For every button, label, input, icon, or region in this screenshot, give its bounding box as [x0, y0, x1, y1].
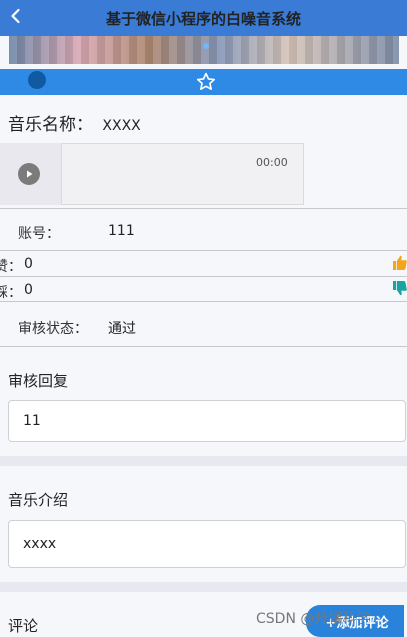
likes-value: 0	[24, 256, 33, 272]
review-reply-label: 审核回复	[8, 372, 69, 390]
play-icon	[27, 170, 33, 178]
divider	[0, 276, 407, 277]
avatar-badge	[28, 71, 46, 89]
audit-status-value: 通过	[108, 321, 136, 337]
divider	[0, 346, 407, 347]
music-intro-label: 音乐介绍	[8, 491, 69, 509]
thumb-up-icon	[393, 255, 407, 270]
comments-label: 评论	[8, 617, 39, 635]
account-label: 账号：	[18, 226, 60, 242]
page-title: 基于微信小程序的白噪音系统	[105, 10, 301, 28]
audit-status-label: 审核状态：	[18, 321, 88, 337]
star-icon	[196, 72, 216, 90]
music-banner-image	[9, 36, 399, 64]
like-button[interactable]	[392, 254, 407, 271]
dislike-button[interactable]	[392, 280, 407, 297]
section-gap	[0, 456, 407, 466]
thumb-down-icon	[393, 281, 407, 296]
music-name-label: 音乐名称：	[8, 115, 93, 135]
back-button[interactable]	[4, 4, 28, 28]
review-reply-field[interactable]: 11	[8, 400, 406, 442]
audio-current-time: 00:00	[256, 156, 288, 169]
music-name-row: 音乐名称： XXXX	[8, 110, 141, 135]
divider	[0, 301, 407, 302]
dislikes-value: 0	[24, 282, 33, 298]
music-name-value: XXXX	[102, 118, 141, 134]
chevron-left-icon	[11, 8, 20, 24]
divider	[0, 208, 407, 209]
account-value: 111	[108, 223, 135, 239]
divider	[0, 250, 407, 251]
dislikes-label: 踩：	[0, 285, 22, 301]
watermark-text: CSDN @升幅科学	[256, 611, 371, 627]
music-intro-field[interactable]: xxxx	[8, 520, 406, 568]
section-gap	[0, 582, 407, 592]
play-button[interactable]	[18, 163, 40, 185]
likes-label: 赞：	[0, 259, 22, 275]
favorite-button[interactable]	[195, 71, 217, 93]
carousel-dot-active[interactable]	[203, 43, 209, 49]
